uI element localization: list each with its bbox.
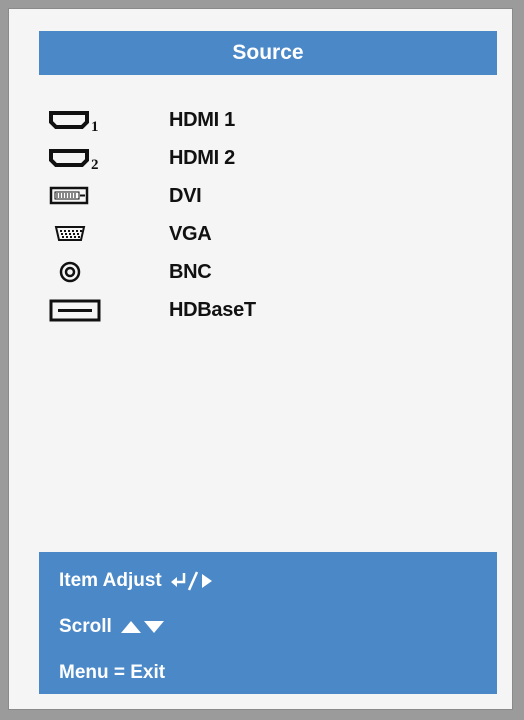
- source-item-bnc[interactable]: BNC: [39, 253, 497, 291]
- source-label: HDBaseT: [169, 298, 256, 321]
- hdmi-1-icon: 1: [49, 102, 135, 138]
- menu-title-bar: Source: [39, 31, 497, 75]
- source-label: HDMI 2: [169, 146, 235, 169]
- source-item-hdmi-2[interactable]: 2 HDMI 2: [39, 139, 497, 177]
- source-item-hdbaset[interactable]: HDBaseT: [39, 291, 497, 329]
- source-list: 1 HDMI 1 2 HDMI 2 DVI VGA BNC HDBaseT: [39, 101, 497, 329]
- help-scroll: Scroll: [59, 604, 497, 650]
- help-item-adjust-label: Item Adjust: [59, 570, 162, 591]
- help-panel: Item Adjust Scroll Menu = Exit: [39, 552, 497, 694]
- bnc-icon: [49, 254, 135, 290]
- enter-right-icon: [170, 571, 212, 591]
- hdmi-1-badge: 1: [91, 119, 99, 135]
- up-down-arrows-icon: [120, 621, 164, 633]
- source-item-dvi[interactable]: DVI: [39, 177, 497, 215]
- source-item-hdmi-1[interactable]: 1 HDMI 1: [39, 101, 497, 139]
- source-label: VGA: [169, 222, 212, 245]
- source-label: DVI: [169, 184, 202, 207]
- source-item-vga[interactable]: VGA: [39, 215, 497, 253]
- help-menu-exit: Menu = Exit: [59, 650, 497, 696]
- dvi-icon: [49, 178, 135, 214]
- help-menu-exit-label: Menu = Exit: [59, 662, 166, 683]
- hdmi-2-icon: 2: [49, 140, 135, 176]
- source-label: HDMI 1: [169, 108, 235, 131]
- menu-title: Source: [232, 41, 304, 64]
- source-label: BNC: [169, 260, 212, 283]
- hdmi-2-badge: 2: [91, 157, 99, 173]
- help-item-adjust: Item Adjust: [59, 558, 497, 604]
- hdbaset-icon: [49, 292, 135, 328]
- source-osd-menu: Source 1 HDMI 1 2 HDMI 2 DVI VGA BNC HDB…: [8, 8, 513, 710]
- help-scroll-label: Scroll: [59, 616, 112, 637]
- vga-icon: [49, 216, 135, 252]
